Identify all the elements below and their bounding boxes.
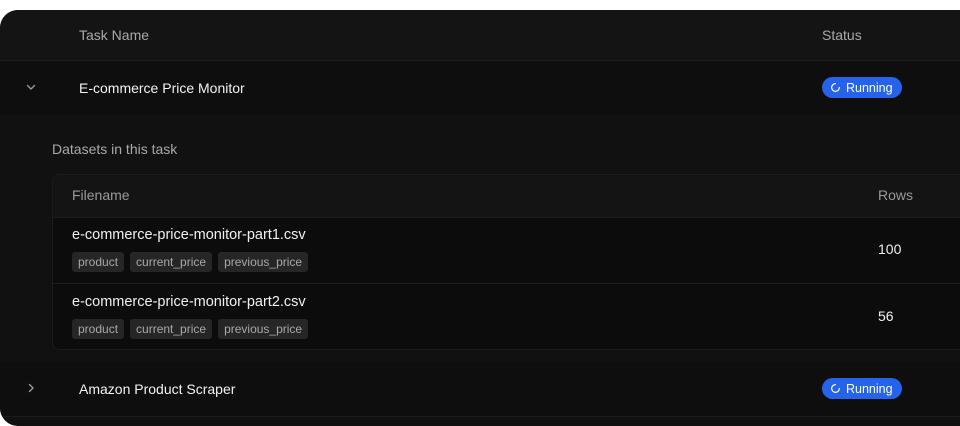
datasets-table: Filename Rows e-commerce-price-monitor-p… (52, 174, 960, 350)
status-badge: Running (822, 378, 902, 399)
dataset-filename[interactable]: e-commerce-price-monitor-part2.csv (72, 294, 306, 310)
row-count: 56 (878, 308, 894, 324)
chevron-down-icon[interactable] (24, 80, 38, 94)
table-row[interactable]: e-commerce-price-monitor-part1.csv produ… (53, 217, 960, 283)
column-tag: current_price (130, 252, 213, 272)
table-row[interactable]: e-commerce-price-monitor-part2.csv produ… (53, 283, 960, 349)
task-row-amazon-product-scraper[interactable]: Amazon Product Scraper Running (0, 362, 960, 417)
column-tag: previous_price (218, 319, 309, 339)
column-header-task-name: Task Name (79, 27, 150, 43)
column-tags: product current_price previous_price (72, 319, 309, 339)
datasets-table-header: Filename Rows (53, 175, 960, 218)
status-badge: Running (822, 77, 902, 98)
task-name: E-commerce Price Monitor (79, 80, 245, 96)
dataset-filename[interactable]: e-commerce-price-monitor-part1.csv (72, 227, 306, 243)
column-header-rows: Rows (878, 187, 914, 203)
task-datasets-panel: Datasets in this task Filename Rows e-co… (0, 115, 960, 362)
tasks-table: Task Name Status E-commerce Price Monito… (0, 10, 960, 426)
column-header-filename: Filename (72, 187, 130, 203)
section-label: Datasets in this task (52, 141, 178, 157)
column-tag: product (72, 252, 125, 272)
status-label: Running (846, 80, 893, 95)
row-count: 100 (878, 241, 902, 257)
loading-spinner-icon (831, 83, 840, 92)
column-tags: product current_price previous_price (72, 252, 309, 272)
task-row-ecommerce-price-monitor[interactable]: E-commerce Price Monitor Running (0, 61, 960, 116)
column-header-status: Status (822, 27, 862, 43)
loading-spinner-icon (831, 384, 840, 393)
chevron-right-icon[interactable] (24, 381, 38, 395)
column-tag: previous_price (218, 252, 309, 272)
table-header: Task Name Status (0, 10, 960, 61)
status-label: Running (846, 381, 893, 396)
column-tag: product (72, 319, 125, 339)
task-name: Amazon Product Scraper (79, 381, 236, 397)
column-tag: current_price (130, 319, 213, 339)
